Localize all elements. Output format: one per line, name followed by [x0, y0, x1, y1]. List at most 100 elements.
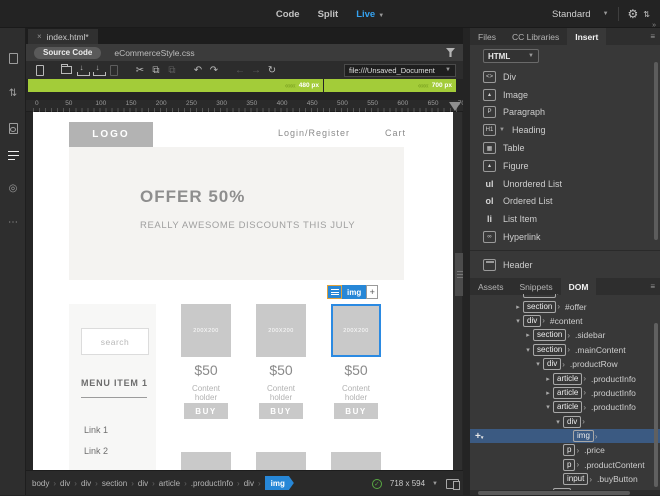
product-image[interactable]: 200X200 [181, 304, 231, 357]
ruler-position-marker[interactable] [449, 102, 461, 111]
dom-node-article-productInfo[interactable]: ▸ article › .productInfo [470, 386, 660, 400]
more-icon[interactable]: ⋯ [0, 212, 26, 232]
chevron-down-icon[interactable]: ▾ [553, 418, 563, 426]
insert-item-image[interactable]: ▴ Image [470, 86, 660, 104]
insert-item-list-item[interactable]: li List Item [470, 210, 660, 228]
dom-hscrollbar-thumb[interactable] [478, 490, 630, 495]
undo-icon[interactable]: ↶ [190, 63, 206, 77]
tag-selector-selected[interactable]: img [265, 476, 294, 490]
sidebar-link-1[interactable]: Link 1 [84, 425, 108, 435]
tag-selector[interactable]: article [159, 479, 180, 488]
tab-cc-libraries[interactable]: CC Libraries [504, 28, 567, 45]
chevron-down-icon[interactable]: ▼ [499, 127, 505, 133]
dom-hscrollbar-track[interactable] [470, 490, 660, 495]
chevron-right-icon[interactable]: ▸ [543, 375, 553, 383]
viewport-size-selector[interactable]: 718 x 594 ▼ [390, 479, 438, 488]
dom-node-div-content[interactable]: ▾ div › #content [470, 314, 660, 328]
page-logo[interactable]: LOGO [69, 122, 153, 147]
chevron-right-icon[interactable]: ▸ [523, 331, 533, 339]
tag-selector[interactable]: section [102, 479, 127, 488]
chevron-right-icon[interactable]: ▸ [543, 389, 553, 397]
dock-divider[interactable] [463, 28, 470, 495]
insert-item-table[interactable]: ▦ Table [470, 139, 660, 157]
document-tab[interactable]: × index.html* [28, 29, 98, 44]
open-file-icon[interactable] [58, 63, 74, 77]
panel-menu-icon[interactable]: ≡ [650, 32, 655, 41]
chevron-down-icon[interactable]: ▾ [523, 346, 533, 354]
offer-section[interactable]: OFFER 50% REALLY AWESOME DISCOUNTS THIS … [69, 147, 404, 280]
split-view-button[interactable]: Split [318, 9, 339, 20]
chevron-down-icon[interactable]: ▼ [378, 13, 384, 19]
source-code-button[interactable]: Source Code [34, 46, 102, 59]
insert-item-header[interactable]: Header [470, 256, 660, 274]
chevron-down-icon[interactable]: ▼ [528, 53, 534, 59]
product-image-row2[interactable] [256, 452, 306, 470]
lint-ok-icon[interactable]: ✓ [371, 478, 382, 489]
dom-node-article-productInfo[interactable]: ▾ article › .productInfo [470, 400, 660, 414]
close-icon[interactable]: × [37, 32, 42, 41]
buy-button[interactable]: BUY [259, 403, 303, 419]
code-view-button[interactable]: Code [276, 9, 300, 20]
tag-selector[interactable]: body [32, 479, 49, 488]
tag-selector[interactable]: .productInfo [191, 479, 233, 488]
chevron-down-icon[interactable]: ▾ [543, 403, 553, 411]
sidebar-link-2[interactable]: Link 2 [84, 446, 108, 456]
live-view-button[interactable]: Live ▼ [356, 9, 384, 20]
dom-scrollbar-thumb[interactable] [654, 323, 658, 487]
sync-transfer-icon[interactable]: ⇅ [0, 83, 26, 103]
url-field[interactable]: file:///Unsaved_Document ▼ [344, 63, 456, 77]
new-file-icon[interactable] [32, 63, 48, 77]
tag-selector[interactable]: div [81, 479, 91, 488]
insert-item-paragraph[interactable]: P Paragraph [470, 104, 660, 122]
tab-files[interactable]: Files [470, 28, 504, 45]
chevron-down-icon[interactable]: ▼ [432, 481, 438, 487]
format-list-icon[interactable] [0, 145, 26, 165]
save-icon[interactable] [74, 63, 90, 77]
buy-button[interactable]: BUY [334, 403, 378, 419]
refresh-icon[interactable]: ↻ [264, 63, 280, 77]
live-source-icon[interactable] [0, 118, 26, 138]
search-input[interactable]: search [81, 328, 149, 355]
inspect-icon[interactable]: ◎ [0, 178, 26, 198]
dom-node-section-sidebar[interactable]: ▸ section › .sidebar [470, 328, 660, 342]
files-panel-icon[interactable] [0, 48, 26, 68]
save-all-icon[interactable] [90, 63, 106, 77]
dom-node-div-productRow[interactable]: ▾ div › .productRow [470, 357, 660, 371]
chevron-right-icon[interactable]: ▸ [513, 303, 523, 311]
copy-icon[interactable]: ⧉ [148, 63, 164, 77]
media-query-segment[interactable]: ‹‹‹‹‹‹ 700 px [324, 79, 456, 92]
stylesheet-file-button[interactable]: eCommerceStyle.css [114, 48, 194, 58]
product-image-row2[interactable] [181, 452, 231, 470]
tag-selector[interactable]: div [60, 479, 70, 488]
dom-node-article-productInfo[interactable]: ▸ article › .productInfo [470, 371, 660, 385]
insert-item-ordered-list[interactable]: ol Ordered List [470, 193, 660, 211]
insert-category-dropdown[interactable]: HTML ▼ [483, 49, 539, 63]
insert-item-div[interactable]: <> Div [470, 68, 660, 86]
panel-resize-grip[interactable] [455, 253, 463, 296]
tab-insert[interactable]: Insert [567, 28, 607, 45]
filter-icon[interactable] [446, 48, 455, 57]
add-element-icon[interactable]: +▾ [475, 431, 483, 442]
hud-element-tag[interactable]: img [342, 285, 367, 299]
insert-scrollbar-thumb[interactable] [654, 62, 658, 240]
buy-button[interactable]: BUY [184, 403, 228, 419]
chevron-down-icon[interactable]: ▼ [445, 67, 451, 73]
media-query-bar[interactable]: ‹‹‹‹‹‹ 480 px ‹‹‹‹‹‹ 700 px [26, 79, 463, 92]
dom-node-section-offer[interactable]: ▸ section › #offer [470, 299, 660, 313]
tag-selector[interactable]: div [138, 479, 148, 488]
chevron-down-icon[interactable]: ▼ [603, 11, 609, 17]
hamburger-icon[interactable] [327, 285, 342, 299]
dom-node-div[interactable]: ▾ div › [470, 415, 660, 429]
panel-menu-icon[interactable]: ≡ [650, 282, 655, 291]
dom-node-p-productContent[interactable]: p › .productContent [470, 458, 660, 472]
tag-selector[interactable]: div [244, 479, 254, 488]
dom-node-img[interactable]: img › +▾ [470, 428, 660, 444]
gear-icon[interactable]: ⚙ [628, 7, 639, 21]
tab-snippets[interactable]: Snippets [512, 278, 561, 295]
chevron-down-icon[interactable]: ▾ [533, 360, 543, 368]
dom-node-section-mainContent[interactable]: ▾ section › .mainContent [470, 343, 660, 357]
redo-icon[interactable]: ↷ [206, 63, 222, 77]
login-register-link[interactable]: Login/Register [278, 128, 350, 138]
cart-link[interactable]: Cart [385, 128, 406, 138]
product-image[interactable]: 200X200 [331, 304, 381, 357]
